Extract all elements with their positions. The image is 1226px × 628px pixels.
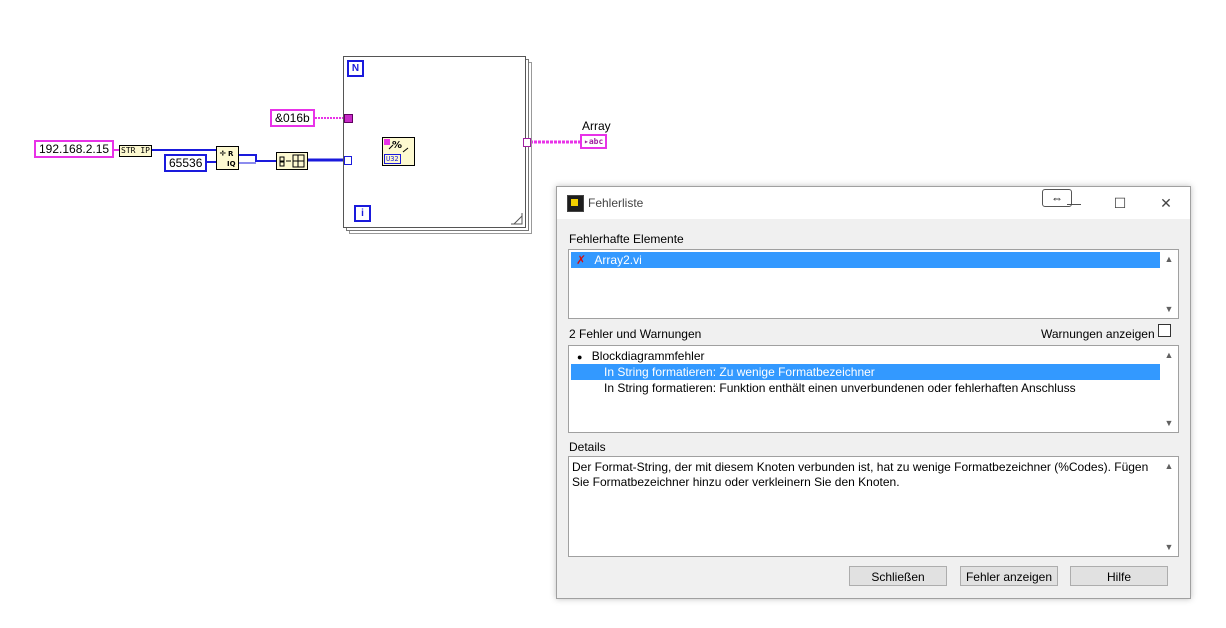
loop-resize-corner-icon xyxy=(511,213,523,225)
bullet-icon: ● xyxy=(577,352,583,362)
output-tunnel[interactable] xyxy=(523,138,531,147)
loop-index-terminal[interactable]: i xyxy=(354,205,371,222)
u32-type-badge: U32 xyxy=(384,154,401,164)
error-x-icon: ✗ xyxy=(576,253,587,267)
svg-text:R: R xyxy=(228,150,234,158)
errors-count-label: 2 Fehler und Warnungen xyxy=(569,327,702,341)
quotient-remainder-node[interactable]: ÷ R IQ xyxy=(216,146,239,170)
format-into-string-node[interactable]: % U32 xyxy=(382,137,415,166)
faulty-elements-label: Fehlerhafte Elemente xyxy=(569,232,684,246)
close-button[interactable]: Schließen xyxy=(849,566,947,586)
details-label: Details xyxy=(569,440,606,454)
help-button[interactable]: Hilfe xyxy=(1070,566,1168,586)
indicator-text: abc xyxy=(588,137,604,146)
array-string-indicator[interactable]: ▸abc xyxy=(580,134,608,149)
error-item-label: In String formatieren: Funktion enthält … xyxy=(604,381,1076,395)
autoindex-input-tunnel[interactable] xyxy=(344,156,352,165)
list-item[interactable]: ✗ Array2.vi xyxy=(571,252,1160,268)
show-error-button[interactable]: Fehler anzeigen xyxy=(960,566,1058,586)
list-item[interactable]: In String formatieren: Funktion enthält … xyxy=(571,380,1160,396)
svg-text:÷: ÷ xyxy=(219,149,227,159)
format-string-tunnel[interactable] xyxy=(344,114,353,123)
details-textbox[interactable]: Der Format-String, der mit diesem Knoten… xyxy=(568,456,1179,557)
errors-list[interactable]: ● Blockdiagrammfehler In String formatie… xyxy=(568,345,1179,433)
divide-icon: ÷ R IQ xyxy=(219,149,236,168)
svg-text:IQ: IQ xyxy=(227,160,236,168)
faulty-elements-list[interactable]: ✗ Array2.vi ▲ ▼ xyxy=(568,249,1179,319)
error-list-dialog: Fehlerliste ⇔ — ☐ ✕ Fehlerhafte Elemente… xyxy=(556,186,1191,599)
labview-app-icon xyxy=(567,195,584,212)
svg-text:%: % xyxy=(392,140,402,151)
array-icon xyxy=(279,154,305,168)
details-text: Der Format-String, der mit diesem Knoten… xyxy=(572,460,1149,489)
format-string-constant[interactable]: &016b xyxy=(270,109,315,127)
scroll-down-icon[interactable]: ▼ xyxy=(1162,540,1176,554)
build-array-node[interactable] xyxy=(276,152,308,170)
scroll-up-icon[interactable]: ▲ xyxy=(1162,348,1176,362)
for-loop[interactable]: N i xyxy=(343,56,526,228)
scroll-down-icon[interactable]: ▼ xyxy=(1162,416,1176,430)
minimize-button[interactable]: — xyxy=(1059,192,1089,214)
wire-divide-out xyxy=(238,154,276,162)
show-warnings-label: Warnungen anzeigen xyxy=(1041,327,1155,341)
scroll-up-icon[interactable]: ▲ xyxy=(1162,252,1176,266)
port-numeric-constant[interactable]: 65536 xyxy=(164,154,208,172)
list-item[interactable]: ● Blockdiagrammfehler xyxy=(571,348,1160,364)
error-item-label: In String formatieren: Zu wenige Formatb… xyxy=(604,365,875,379)
error-group-label: Blockdiagrammfehler xyxy=(591,349,705,363)
scroll-down-icon[interactable]: ▼ xyxy=(1162,302,1176,316)
maximize-button[interactable]: ☐ xyxy=(1105,192,1135,214)
show-warnings-checkbox[interactable] xyxy=(1158,324,1171,337)
list-item[interactable]: In String formatieren: Zu wenige Formatb… xyxy=(571,364,1160,380)
faulty-element-label: Array2.vi xyxy=(594,253,642,267)
string-to-ip-node[interactable]: STR IP xyxy=(119,145,152,157)
scroll-up-icon[interactable]: ▲ xyxy=(1162,459,1176,473)
array-indicator-label: Array xyxy=(582,119,611,133)
ip-string-constant[interactable]: 192.168.2.15 xyxy=(34,140,115,158)
loop-count-terminal[interactable]: N xyxy=(347,60,364,77)
close-window-button[interactable]: ✕ xyxy=(1151,192,1181,214)
dialog-titlebar[interactable]: Fehlerliste ⇔ — ☐ ✕ xyxy=(557,187,1190,219)
dialog-title: Fehlerliste xyxy=(588,196,644,210)
